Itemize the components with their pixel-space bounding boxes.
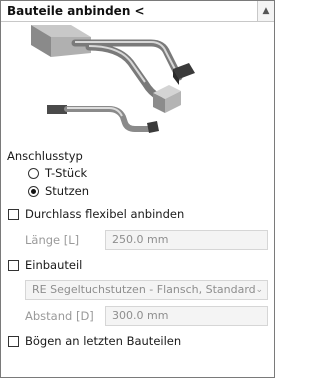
fitting-select-value: RE Segeltuchstutzen - Flansch, Standard bbox=[32, 283, 256, 296]
bends-checkbox[interactable] bbox=[8, 336, 19, 347]
chevron-down-icon: ⌄ bbox=[255, 285, 263, 295]
length-label: Länge [L] bbox=[25, 233, 80, 247]
radio-socket[interactable] bbox=[28, 186, 39, 197]
arrow-up-icon: ▲ bbox=[262, 6, 270, 16]
fitting-label[interactable]: Einbauteil bbox=[25, 258, 82, 272]
distance-label: Abstand [D] bbox=[25, 309, 94, 323]
panel-header[interactable]: Bauteile anbinden < ▲ bbox=[1, 1, 274, 22]
scroll-up-button[interactable]: ▲ bbox=[257, 1, 274, 21]
flex-duct-checkbox[interactable] bbox=[8, 209, 19, 220]
distance-input[interactable]: 300.0 mm bbox=[105, 306, 268, 326]
bends-label[interactable]: Bögen an letzten Bauteilen bbox=[25, 334, 181, 348]
radio-socket-label[interactable]: Stutzen bbox=[45, 184, 89, 198]
fitting-select[interactable]: RE Segeltuchstutzen - Flansch, Standard … bbox=[25, 280, 268, 300]
radio-t-piece[interactable] bbox=[28, 168, 39, 179]
fitting-checkbox[interactable] bbox=[8, 260, 19, 271]
flex-duct-label[interactable]: Durchlass flexibel anbinden bbox=[25, 207, 184, 221]
connection-type-label: Anschlusstyp bbox=[7, 149, 83, 163]
connection-preview-image bbox=[31, 25, 195, 133]
radio-t-piece-label[interactable]: T-Stück bbox=[45, 166, 87, 180]
connect-components-panel: Bauteile anbinden < ▲ Anschlusstyp T-Stü… bbox=[0, 0, 275, 378]
panel-title: Bauteile anbinden < bbox=[7, 4, 145, 18]
length-input[interactable]: 250.0 mm bbox=[105, 230, 268, 250]
